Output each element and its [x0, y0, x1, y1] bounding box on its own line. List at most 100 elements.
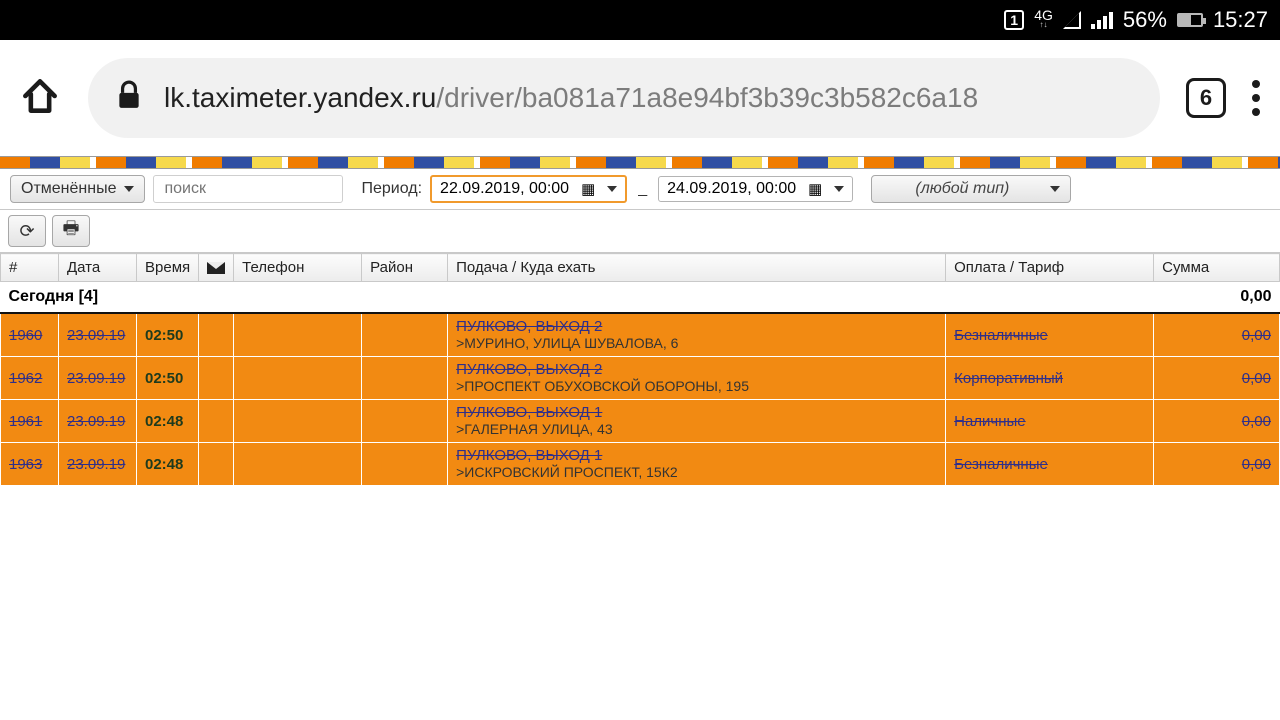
decorative-strip: [0, 156, 1280, 169]
cell-sum: 0,00: [1154, 357, 1280, 400]
chevron-down-icon: [834, 186, 844, 192]
table-row[interactable]: 196123.09.1902:48 ПУЛКОВО, ВЫХОД 1>ГАЛЕРН…: [1, 400, 1280, 443]
period-label: Период:: [361, 180, 422, 198]
cell-sum: 0,00: [1154, 313, 1280, 357]
cell-sum: 0,00: [1154, 443, 1280, 486]
cell-payment: Безналичные: [946, 313, 1154, 357]
filter-toolbar: Отменённые Период: 22.09.2019, 00:00 ▦ _…: [0, 169, 1280, 210]
lock-icon: [116, 80, 142, 117]
date-to-value: 24.09.2019, 00:00: [667, 180, 796, 198]
cell-mail: [199, 313, 234, 357]
clock: 15:27: [1213, 7, 1268, 33]
cell-time: 02:48: [137, 443, 199, 486]
cell-number: 1962: [1, 357, 59, 400]
group-label: Сегодня [4]: [1, 282, 1154, 314]
table-row[interactable]: 196023.09.1902:50ПУЛКОВО, ВЫХОД 2>МУРИНО…: [1, 313, 1280, 357]
col-district[interactable]: Район: [362, 254, 448, 282]
battery-icon: [1177, 13, 1203, 27]
url-host: lk.taximeter.yandex.ru: [164, 82, 436, 113]
search-input[interactable]: [153, 175, 343, 203]
table-row[interactable]: 196323.09.1902:48 ПУЛКОВО, ВЫХОД 1>ИСКРОВ…: [1, 443, 1280, 486]
group-total: 0,00: [1154, 282, 1280, 314]
route-pickup: ПУЛКОВО, ВЫХОД 1: [456, 447, 937, 464]
route-destination: >ГАЛЕРНАЯ УЛИЦА, 43: [456, 421, 613, 437]
date-range-dash: _: [635, 180, 650, 198]
chevron-down-icon: [1050, 186, 1060, 192]
group-row-today: Сегодня [4] 0,00: [1, 282, 1280, 314]
data-triangle-icon: [1063, 11, 1081, 29]
type-filter-dropdown[interactable]: (любой тип): [871, 175, 1071, 203]
date-from-value: 22.09.2019, 00:00: [440, 180, 569, 198]
home-icon[interactable]: [18, 74, 62, 123]
cell-date: 23.09.19: [59, 357, 137, 400]
table-row[interactable]: 196223.09.1902:50 ПУЛКОВО, ВЫХОД 2>ПРОСПЕ…: [1, 357, 1280, 400]
cell-time: 02:50: [137, 313, 199, 357]
orders-table: # Дата Время Телефон Район Подача / Куда…: [0, 253, 1280, 486]
browser-toolbar: lk.taximeter.yandex.ru/driver/ba081a71a8…: [0, 40, 1280, 156]
battery-percent: 56%: [1123, 7, 1167, 33]
cell-route: ПУЛКОВО, ВЫХОД 2>МУРИНО, УЛИЦА ШУВАЛОВА,…: [448, 313, 946, 357]
col-route[interactable]: Подача / Куда ехать: [448, 254, 946, 282]
cell-phone: [234, 313, 362, 357]
url-text: lk.taximeter.yandex.ru/driver/ba081a71a8…: [164, 82, 978, 114]
refresh-button[interactable]: ⟳: [8, 215, 46, 247]
cell-mail: [199, 357, 234, 400]
cell-district: [362, 400, 448, 443]
date-from-input[interactable]: 22.09.2019, 00:00 ▦: [430, 175, 627, 203]
calendar-icon: ▦: [808, 180, 822, 198]
col-payment[interactable]: Оплата / Тариф: [946, 254, 1154, 282]
col-mail[interactable]: [199, 254, 234, 282]
cell-mail: [199, 443, 234, 486]
chevron-down-icon: [607, 186, 617, 192]
url-path: /driver/ba081a71a8e94bf3b39c3b582c6a18: [436, 82, 978, 113]
cell-time: 02:48: [137, 400, 199, 443]
tab-switcher[interactable]: 6: [1186, 78, 1226, 118]
route-pickup: ПУЛКОВО, ВЫХОД 2: [456, 318, 937, 335]
cell-payment: Наличные: [946, 400, 1154, 443]
route-destination: >ПРОСПЕКТ ОБУХОВСКОЙ ОБОРОНЫ, 195: [456, 378, 749, 394]
cell-time: 02:50: [137, 357, 199, 400]
table-header-row: # Дата Время Телефон Район Подача / Куда…: [1, 254, 1280, 282]
route-destination: >МУРИНО, УЛИЦА ШУВАЛОВА, 6: [456, 335, 678, 351]
network-4g-icon: 4G↑↓: [1034, 10, 1053, 30]
chevron-down-icon: [124, 186, 134, 192]
col-phone[interactable]: Телефон: [234, 254, 362, 282]
sim-icon: 1: [1004, 10, 1024, 30]
printer-icon: 🖶: [63, 216, 80, 246]
print-button[interactable]: 🖶: [52, 215, 90, 247]
route-destination: >ИСКРОВСКИЙ ПРОСПЕКТ, 15К2: [456, 464, 678, 480]
android-status-bar: 1 4G↑↓ 56% 15:27: [0, 0, 1280, 40]
date-to-input[interactable]: 24.09.2019, 00:00 ▦: [658, 176, 853, 202]
overflow-menu-icon[interactable]: [1252, 80, 1260, 116]
cell-route: ПУЛКОВО, ВЫХОД 1>ИСКРОВСКИЙ ПРОСПЕКТ, 15…: [448, 443, 946, 486]
cell-sum: 0,00: [1154, 400, 1280, 443]
cell-number: 1963: [1, 443, 59, 486]
cell-phone: [234, 443, 362, 486]
cell-route: ПУЛКОВО, ВЫХОД 1>ГАЛЕРНАЯ УЛИЦА, 43: [448, 400, 946, 443]
cell-district: [362, 357, 448, 400]
status-filter-dropdown[interactable]: Отменённые: [10, 175, 145, 203]
cell-date: 23.09.19: [59, 443, 137, 486]
col-time[interactable]: Время: [137, 254, 199, 282]
col-sum[interactable]: Сумма: [1154, 254, 1280, 282]
action-toolbar: ⟳ 🖶: [0, 210, 1280, 253]
col-date[interactable]: Дата: [59, 254, 137, 282]
cell-district: [362, 443, 448, 486]
cell-date: 23.09.19: [59, 400, 137, 443]
refresh-icon: ⟳: [19, 221, 34, 242]
cell-date: 23.09.19: [59, 313, 137, 357]
cell-phone: [234, 400, 362, 443]
cell-payment: Безналичные: [946, 443, 1154, 486]
cell-phone: [234, 357, 362, 400]
cell-route: ПУЛКОВО, ВЫХОД 2>ПРОСПЕКТ ОБУХОВСКОЙ ОБО…: [448, 357, 946, 400]
envelope-icon: [207, 262, 225, 274]
cell-district: [362, 313, 448, 357]
route-pickup: ПУЛКОВО, ВЫХОД 2: [456, 361, 937, 378]
cell-number: 1961: [1, 400, 59, 443]
omnibox[interactable]: lk.taximeter.yandex.ru/driver/ba081a71a8…: [88, 58, 1160, 138]
calendar-icon: ▦: [581, 180, 595, 198]
cell-payment: Корпоративный: [946, 357, 1154, 400]
route-pickup: ПУЛКОВО, ВЫХОД 1: [456, 404, 937, 421]
col-number[interactable]: #: [1, 254, 59, 282]
signal-bars-icon: [1091, 11, 1113, 29]
